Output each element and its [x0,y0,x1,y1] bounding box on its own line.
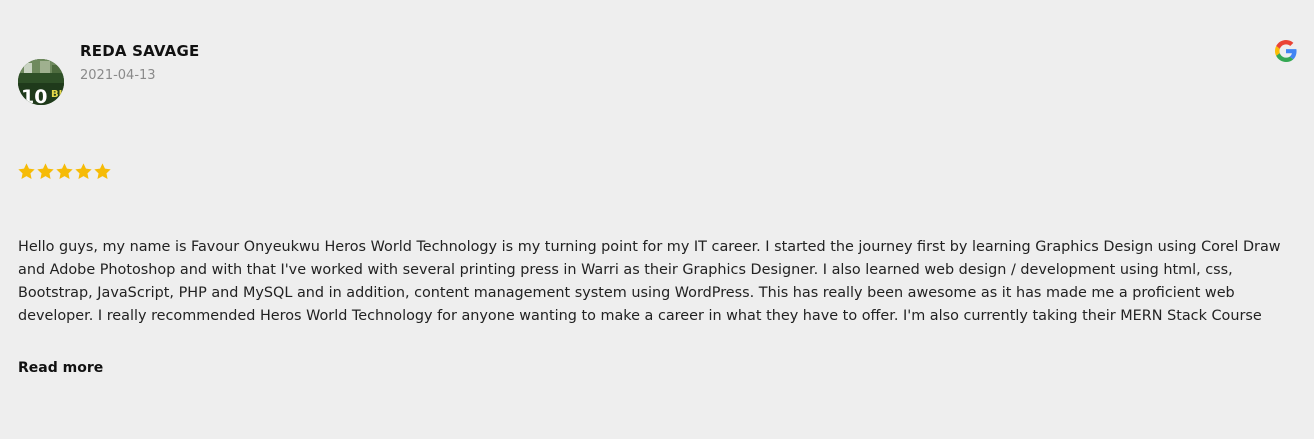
reviewer-name: REDA SAVAGE [80,42,200,60]
avatar-image: 10 BI [18,59,64,105]
review-text: Hello guys, my name is Favour Onyeukwu H… [18,239,1281,324]
star-icon [37,163,54,179]
read-more-link[interactable]: Read more [18,360,103,376]
star-icon [75,163,92,179]
svg-text:BI: BI [51,89,62,100]
star-icon [94,163,111,179]
star-icon [56,163,73,179]
svg-text:10: 10 [21,86,47,105]
star-icon [18,163,35,179]
review-date: 2021-04-13 [80,68,156,83]
review-card: 10 BI REDA SAVAGE 2021-04-13 Hello guys,… [0,0,1314,439]
google-icon[interactable] [1275,40,1297,62]
reviewer-avatar: 10 BI [18,59,64,105]
star-rating [17,162,112,181]
